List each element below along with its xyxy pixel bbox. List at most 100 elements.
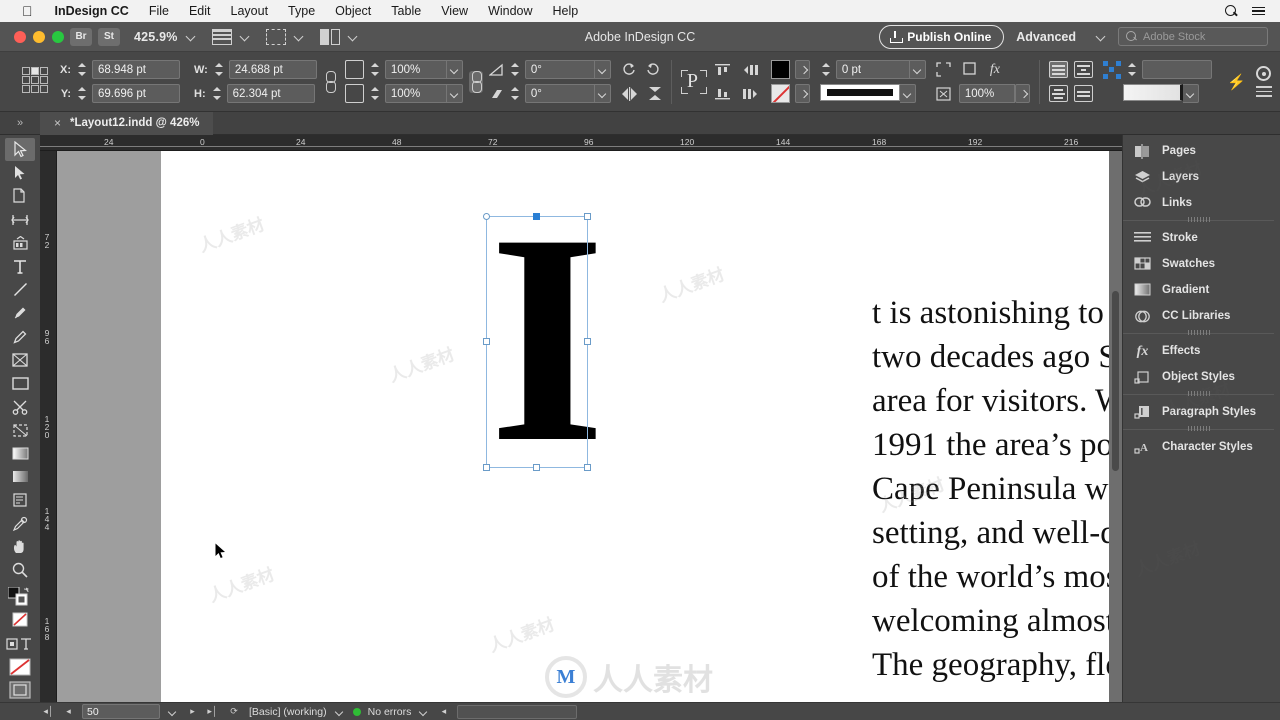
drop-shadow-icon[interactable] bbox=[963, 62, 978, 77]
close-icon[interactable]: × bbox=[54, 116, 61, 130]
stroke-weight-dropdown-icon[interactable] bbox=[909, 60, 926, 79]
menu-item-object[interactable]: Object bbox=[325, 4, 381, 18]
w-field[interactable]: 24.688 pt bbox=[228, 60, 317, 79]
constrain-scale-proportions-icon[interactable] bbox=[468, 70, 483, 93]
type-tool[interactable] bbox=[5, 255, 35, 278]
object-style-dropdown-icon[interactable] bbox=[1182, 84, 1199, 103]
screen-mode-icon[interactable] bbox=[211, 28, 232, 45]
page-tool[interactable] bbox=[5, 185, 35, 208]
apple-menu-icon[interactable]:  bbox=[22, 4, 33, 18]
spotlight-search-icon[interactable] bbox=[1224, 4, 1238, 18]
page-number-field[interactable]: 50 bbox=[82, 704, 160, 719]
opacity-field[interactable]: 100% bbox=[958, 84, 1015, 103]
panel-item-paragraph-styles[interactable]: Paragraph Styles bbox=[1123, 399, 1280, 425]
screen-mode-tool[interactable] bbox=[5, 679, 35, 702]
selection-handle-top-left[interactable] bbox=[483, 213, 490, 220]
menu-item-table[interactable]: Table bbox=[381, 4, 431, 18]
selection-handle-top-right[interactable] bbox=[584, 213, 591, 220]
scale-x-stepper[interactable] bbox=[369, 61, 380, 78]
rotate-clockwise-icon[interactable] bbox=[621, 62, 636, 77]
scale-y-field[interactable]: 100% bbox=[384, 84, 447, 103]
menu-item-indesign[interactable]: InDesign CC bbox=[45, 4, 139, 18]
flip-horizontal-icon[interactable] bbox=[621, 86, 638, 101]
document-page[interactable]: I t is astonishing to re two decades ago… bbox=[161, 151, 1122, 702]
preflight-dropdown-icon[interactable] bbox=[334, 706, 346, 718]
quick-apply-icon[interactable]: ⚡ bbox=[1227, 73, 1246, 91]
view-options-icon[interactable] bbox=[265, 28, 286, 45]
proxy-cell[interactable] bbox=[22, 75, 30, 84]
selection-frame[interactable] bbox=[483, 213, 591, 471]
panel-menu-icon[interactable] bbox=[1256, 86, 1272, 97]
proxy-cell[interactable] bbox=[31, 75, 39, 84]
y-stepper[interactable] bbox=[76, 85, 87, 102]
panel-item-layers[interactable]: Layers bbox=[1123, 164, 1280, 190]
vertical-ruler[interactable]: 72 96 120 144 168 bbox=[40, 151, 57, 702]
first-page-button[interactable]: ◂│ bbox=[42, 706, 55, 717]
status-extra-field[interactable] bbox=[457, 704, 578, 719]
proxy-cell[interactable] bbox=[40, 66, 48, 75]
vertical-scrollbar[interactable] bbox=[1109, 151, 1122, 702]
menu-item-help[interactable]: Help bbox=[543, 4, 589, 18]
wrap-selection-icon[interactable] bbox=[1102, 60, 1121, 79]
rotation-stepper[interactable] bbox=[509, 61, 520, 78]
arrange-documents-dropdown-icon[interactable] bbox=[348, 32, 358, 42]
arrange-documents-icon[interactable] bbox=[319, 28, 340, 45]
selection-handle-top-center[interactable] bbox=[533, 213, 540, 220]
status-expand-icon[interactable]: ◂ bbox=[437, 706, 450, 717]
text-wrap-bounding-box-icon[interactable] bbox=[1073, 61, 1093, 78]
scale-y-dropdown-icon[interactable] bbox=[446, 84, 463, 103]
hand-tool[interactable] bbox=[5, 535, 35, 558]
body-text-frame[interactable]: t is astonishing to re two decades ago S… bbox=[872, 291, 1122, 687]
panel-item-gradient[interactable]: Gradient bbox=[1123, 277, 1280, 303]
formatting-affects-container[interactable] bbox=[5, 632, 35, 655]
publish-online-button[interactable]: Publish Online bbox=[879, 24, 1005, 49]
menu-item-view[interactable]: View bbox=[431, 4, 478, 18]
stroke-swatch-dropdown-icon[interactable] bbox=[794, 84, 810, 103]
direct-selection-tool[interactable] bbox=[5, 161, 35, 184]
panel-item-character-styles[interactable]: A Character Styles bbox=[1123, 434, 1280, 460]
note-tool[interactable] bbox=[5, 489, 35, 512]
x-field[interactable]: 68.948 pt bbox=[92, 60, 180, 79]
adobe-stock-search-input[interactable]: Adobe Stock bbox=[1118, 27, 1268, 46]
selection-tool[interactable] bbox=[5, 138, 35, 162]
panel-item-effects[interactable]: fx Effects bbox=[1123, 338, 1280, 364]
h-stepper[interactable] bbox=[211, 85, 222, 102]
gear-icon[interactable] bbox=[1256, 66, 1271, 82]
view-options-dropdown-icon[interactable] bbox=[294, 32, 304, 42]
text-wrap-jump-object-icon[interactable] bbox=[1073, 85, 1093, 102]
gradient-swatch-tool[interactable] bbox=[5, 442, 35, 465]
pencil-tool[interactable] bbox=[5, 325, 35, 348]
selection-handle-bottom-left[interactable] bbox=[483, 464, 490, 471]
menu-item-window[interactable]: Window bbox=[478, 4, 542, 18]
y-field[interactable]: 69.696 pt bbox=[92, 84, 180, 103]
document-tab[interactable]: × *Layout12.indd @ 426% bbox=[40, 111, 214, 135]
line-tool[interactable] bbox=[5, 278, 35, 301]
next-page-button[interactable]: ▸ bbox=[186, 706, 199, 717]
shear-dropdown-icon[interactable] bbox=[594, 84, 611, 103]
control-center-icon[interactable] bbox=[1252, 4, 1266, 18]
page-dropdown-icon[interactable] bbox=[167, 706, 179, 718]
eyedropper-tool[interactable] bbox=[5, 512, 35, 535]
free-transform-tool[interactable] bbox=[5, 419, 35, 442]
fill-color-swatch[interactable] bbox=[770, 60, 790, 79]
panel-item-pages[interactable]: Pages bbox=[1123, 138, 1280, 164]
maximize-window-button[interactable] bbox=[52, 30, 64, 43]
scrollbar-thumb[interactable] bbox=[1112, 291, 1119, 471]
close-window-button[interactable] bbox=[14, 30, 26, 43]
fx-effects-icon[interactable]: fx bbox=[990, 62, 1000, 78]
gap-tool[interactable] bbox=[5, 208, 35, 231]
pen-tool[interactable] bbox=[5, 302, 35, 325]
workspace-switcher-label[interactable]: Advanced bbox=[1016, 30, 1076, 44]
menu-item-edit[interactable]: Edit bbox=[179, 4, 221, 18]
rectangle-tool[interactable] bbox=[5, 372, 35, 395]
h-field[interactable]: 62.304 pt bbox=[226, 84, 315, 103]
rotation-dropdown-icon[interactable] bbox=[594, 60, 611, 79]
minimize-window-button[interactable] bbox=[33, 30, 45, 43]
content-collector-tool[interactable] bbox=[5, 232, 35, 255]
object-style-preview[interactable] bbox=[1122, 84, 1183, 101]
fill-swatch-dropdown-icon[interactable] bbox=[794, 60, 810, 79]
scale-x-dropdown-icon[interactable] bbox=[446, 60, 463, 79]
selection-handle-bottom-center[interactable] bbox=[533, 464, 540, 471]
workspace-dropdown-icon[interactable] bbox=[1096, 32, 1106, 42]
container-selector-icon[interactable]: P bbox=[680, 69, 707, 94]
